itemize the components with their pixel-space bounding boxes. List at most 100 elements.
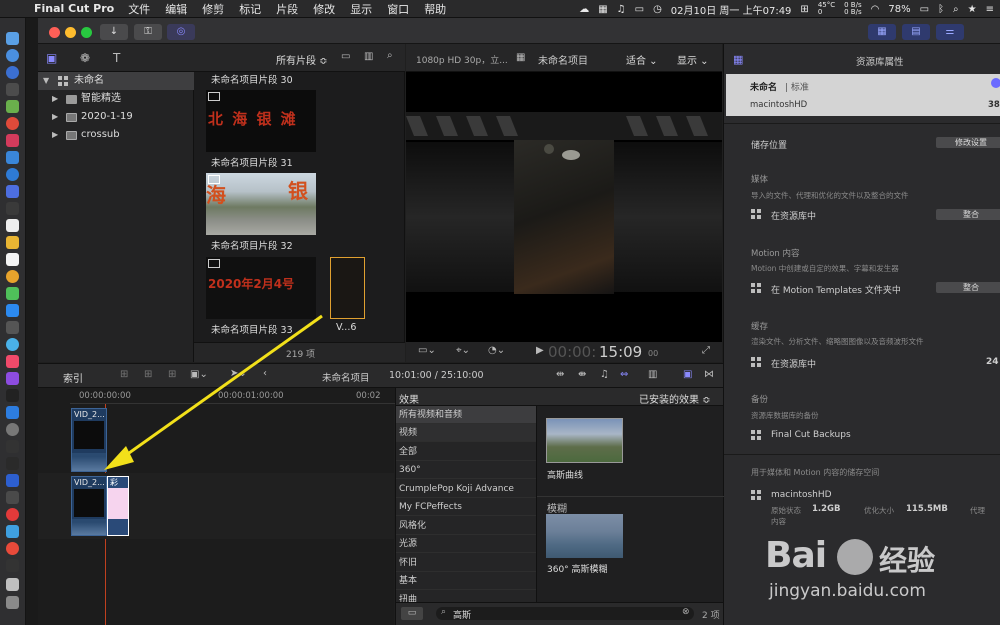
timemachine-icon[interactable]: ◷ <box>653 4 662 15</box>
zoom-window-button[interactable] <box>81 27 92 38</box>
append-clip-icon[interactable]: ⊞ <box>168 369 176 380</box>
transform-tool-icon[interactable]: ⌖⌄ <box>456 345 470 356</box>
clip-filter-select[interactable]: 所有片段 ≎ <box>276 52 328 67</box>
vpn-icon[interactable] <box>6 474 19 487</box>
notes-blue-icon[interactable] <box>6 185 19 198</box>
filmstrip-icon[interactable]: ▥ <box>364 51 373 62</box>
timecode-display[interactable]: 15:09 <box>599 343 642 361</box>
connect-clip-icon[interactable]: ⊞ <box>120 369 128 380</box>
app-icon[interactable] <box>6 491 19 504</box>
launchpad-icon[interactable] <box>6 66 19 79</box>
wifi-icon[interactable]: ◠ <box>871 4 880 15</box>
music-app-icon[interactable] <box>6 355 19 368</box>
library-item-smart[interactable]: ▶ 智能精选 <box>38 90 194 108</box>
menu-file[interactable]: 文件 <box>128 1 150 17</box>
finder-doc-icon[interactable] <box>6 578 19 591</box>
close-window-button[interactable] <box>49 27 60 38</box>
camera-icon[interactable] <box>6 321 19 334</box>
facetime-icon[interactable] <box>6 304 19 317</box>
disclosure-closed-icon[interactable]: ▶ <box>52 108 58 126</box>
music-icon[interactable]: ♫ <box>617 4 626 15</box>
clip-thumbnail-33[interactable]: 2020年2月4号 <box>206 257 316 319</box>
installed-effects-select[interactable]: 已安装的效果 ≎ <box>639 391 711 406</box>
timeline-ruler[interactable]: 00:00:00:00 00:00:01:00:00 00:02 <box>70 388 395 404</box>
play-icon[interactable]: ▶ <box>536 345 544 356</box>
libraries-clapper-icon[interactable]: ▣ <box>46 51 57 65</box>
tv-icon[interactable] <box>6 389 19 402</box>
keywords-button[interactable]: ⚿ <box>134 24 162 40</box>
ghost-icon[interactable]: ☁ <box>579 4 589 15</box>
titles-generators-icon[interactable]: T <box>113 51 120 65</box>
insert-clip-icon[interactable]: ⊞ <box>144 369 152 380</box>
podcasts-icon[interactable] <box>6 372 19 385</box>
menu-window[interactable]: 窗口 <box>387 1 409 17</box>
trash-icon[interactable] <box>6 596 19 609</box>
viewer-format[interactable]: 1080p HD 30p，立... <box>416 53 508 66</box>
consolidate-media-button[interactable]: 整合 <box>936 209 1000 220</box>
overwrite-clip-icon[interactable]: ▣⌄ <box>190 369 208 380</box>
sidebar-toggle-icon[interactable]: ▭ <box>401 607 423 620</box>
timeline-area[interactable]: VID_2... VID_2... 彩 <box>38 388 394 625</box>
minimize-window-button[interactable] <box>65 27 76 38</box>
grid-menu-icon[interactable]: ⊞ <box>800 4 808 15</box>
safari-icon[interactable] <box>6 49 19 62</box>
view-options-select[interactable]: 显示 ⌄ <box>677 52 709 67</box>
effects-category-distort[interactable]: 扭曲 <box>396 591 536 602</box>
effects-category-light[interactable]: 光源 <box>396 535 536 553</box>
search-icon[interactable]: ⌕ <box>953 4 959 15</box>
effect-thumb-360-blur[interactable] <box>546 514 623 558</box>
view-angle-icon[interactable]: ▭⌄ <box>418 345 436 356</box>
menu-edit[interactable]: 编辑 <box>165 1 187 17</box>
effects-category-myfcpeffects[interactable]: My FCPeffects <box>396 498 536 516</box>
console-icon[interactable] <box>6 440 19 453</box>
background-tasks-button[interactable]: ◎ <box>167 24 195 40</box>
blue-app-icon[interactable] <box>6 151 19 164</box>
transitions-browser-icon[interactable]: ⋈ <box>704 369 714 380</box>
android-icon[interactable] <box>6 100 19 113</box>
reminders-icon[interactable] <box>6 253 19 266</box>
menu-trim[interactable]: 修剪 <box>202 1 224 17</box>
appstore-icon[interactable] <box>6 406 19 419</box>
menu-mark[interactable]: 标记 <box>239 1 261 17</box>
menu-clip[interactable]: 片段 <box>276 1 298 17</box>
modify-settings-button[interactable]: 修改设置 <box>936 137 1000 148</box>
snapping-icon[interactable]: ⇔ <box>620 369 628 380</box>
photos-audio-icon[interactable]: ❁ <box>80 51 90 65</box>
effects-category-all-av[interactable]: 所有视频和音频 <box>396 406 536 424</box>
photo-app-icon[interactable] <box>6 83 19 96</box>
library-inspector-icon[interactable]: ▦ <box>733 53 744 66</box>
effects-search-input[interactable]: ⌕ 高斯 ⊗ <box>436 607 694 621</box>
monitor-icon[interactable]: ▭ <box>635 4 644 15</box>
notes-icon[interactable] <box>6 236 19 249</box>
viewer-canvas[interactable] <box>406 72 722 342</box>
skimming-icon[interactable]: ⇼ <box>578 369 586 380</box>
effects-category-stylize[interactable]: 风格化 <box>396 517 536 535</box>
disclosure-closed-icon[interactable]: ▶ <box>52 90 58 108</box>
menu-view[interactable]: 显示 <box>350 1 372 17</box>
clip-thumbnail-31[interactable]: 北 海 银 滩 <box>206 90 316 152</box>
effects-browser-toggle-icon[interactable]: ▣ <box>683 369 692 380</box>
headphones-icon[interactable]: ♫ <box>600 369 609 380</box>
battery-icon[interactable]: ▭ <box>920 4 929 15</box>
title-clip[interactable]: 彩 <box>107 476 129 536</box>
library-root[interactable]: ▼ 未命名 <box>38 72 194 90</box>
clear-search-icon[interactable]: ⊗ <box>682 607 690 617</box>
menu-help[interactable]: 帮助 <box>424 1 446 17</box>
effects-category-crumplepop[interactable]: CrumplePop Koji Advance <box>396 480 536 498</box>
clip-thumbnail-32[interactable]: 海 银 <box>206 173 316 235</box>
effects-category-basic[interactable]: 基本 <box>396 572 536 590</box>
show-timeline-button[interactable]: ▤ <box>902 24 930 40</box>
datetime[interactable]: 02月10日 周一 上午07:49 <box>671 2 792 17</box>
messages-icon[interactable] <box>6 287 19 300</box>
timeline-clip-1[interactable]: VID_2... <box>71 408 107 472</box>
clip-appearance-icon[interactable]: ▥ <box>648 369 657 380</box>
yandex-icon[interactable] <box>6 508 19 521</box>
control-center-icon[interactable]: ≡ <box>986 4 994 15</box>
grid-status-icon[interactable]: ▦ <box>598 4 607 15</box>
effects-category-video[interactable]: 视频 <box>396 424 536 442</box>
fullscreen-icon[interactable]: ⤢ <box>702 345 710 356</box>
terminal-icon[interactable] <box>6 202 19 215</box>
menu-modify[interactable]: 修改 <box>313 1 335 17</box>
effects-category-all[interactable]: 全部 <box>396 443 536 461</box>
consolidate-motion-button[interactable]: 整合 <box>936 282 1000 293</box>
